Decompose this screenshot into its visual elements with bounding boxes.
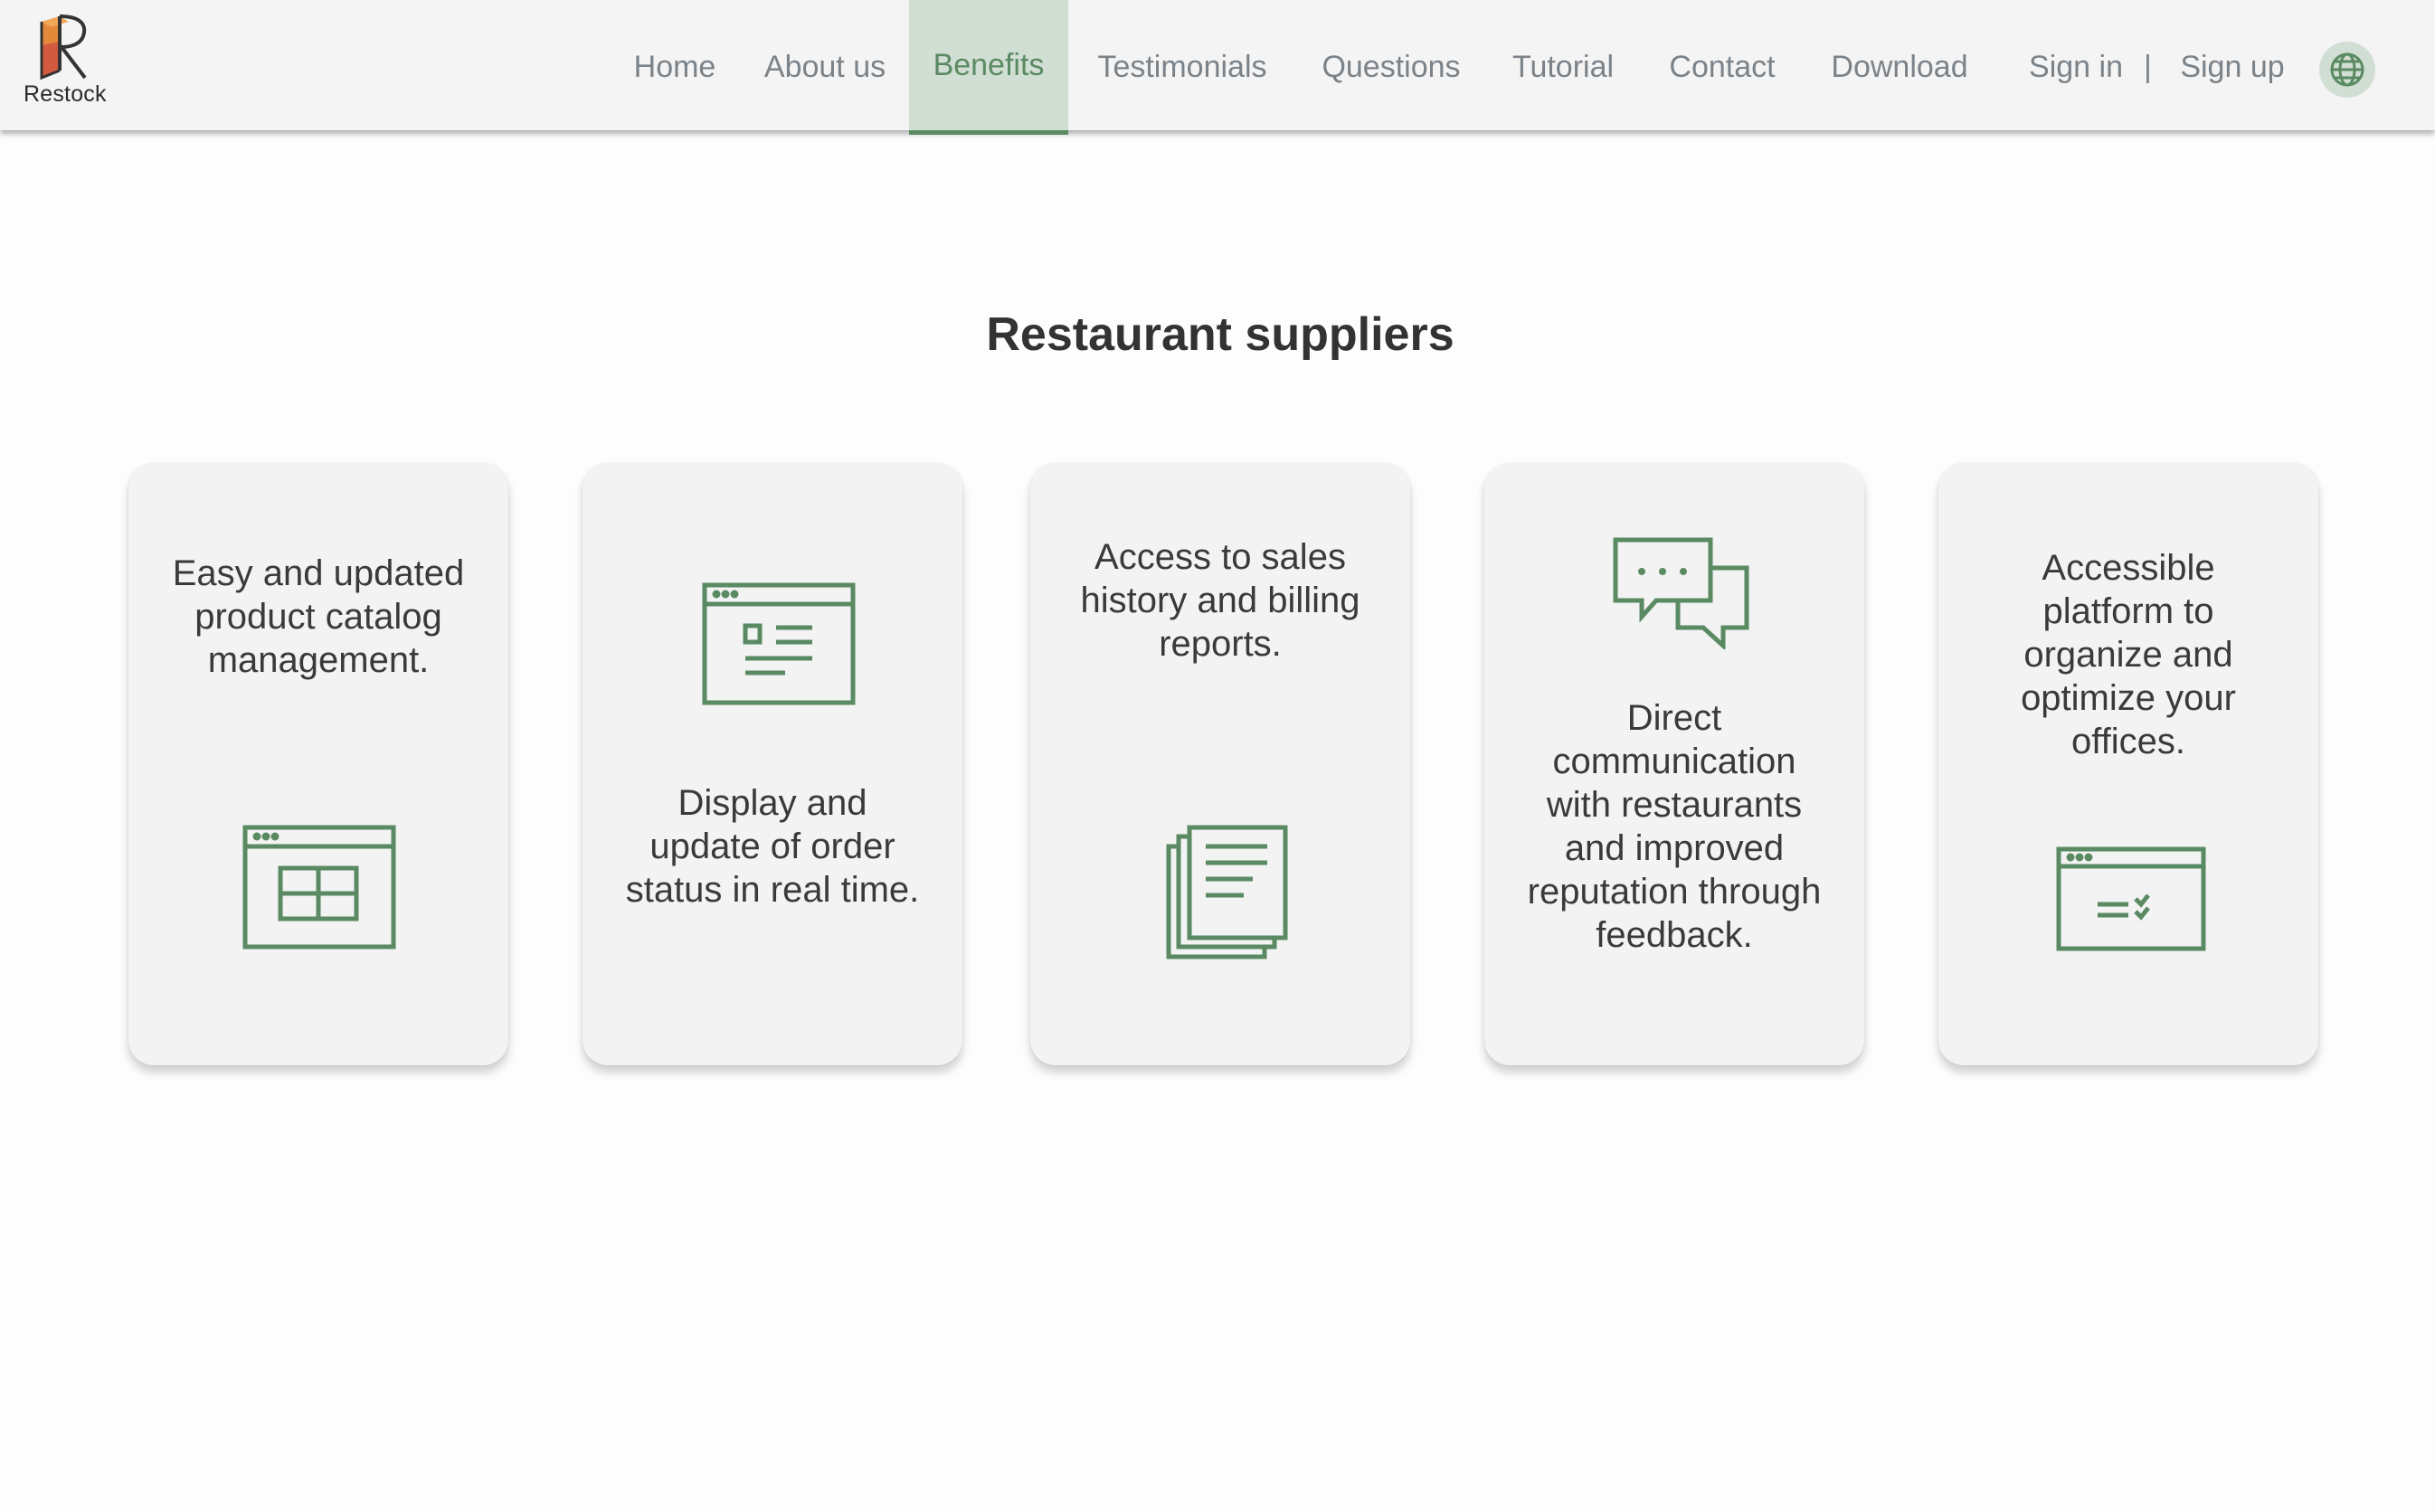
section-title: Restaurant suppliers [986, 308, 1454, 361]
globe-icon [2330, 52, 2364, 87]
nav-home[interactable]: Home [621, 0, 729, 134]
order-status-window-icon [702, 582, 856, 705]
top-navbar: Restock Home About us Benefits Testimoni… [0, 0, 2435, 135]
sign-in-link[interactable]: Sign in [2019, 0, 2133, 134]
nav-tutorial[interactable]: Tutorial [1502, 0, 1625, 134]
benefit-card-order-status: Display and update of order status in re… [583, 463, 962, 1065]
benefit-card-catalog: Easy and updated product catalog managem… [128, 463, 508, 1065]
language-button[interactable] [2319, 42, 2375, 98]
documents-stack-icon [1166, 825, 1288, 959]
page: Restock Home About us Benefits Testimoni… [0, 0, 2435, 1512]
catalog-table-icon [242, 825, 396, 950]
card-text: Accessible platform to organize and opti… [2021, 548, 2236, 761]
card-text: Access to sales history and billing repo… [1080, 537, 1360, 664]
checklist-window-icon [2056, 846, 2206, 951]
nav-questions[interactable]: Questions [1312, 0, 1471, 134]
brand-logo[interactable]: Restock [24, 14, 114, 114]
nav-testimonials[interactable]: Testimonials [1085, 0, 1279, 134]
nav-contact[interactable]: Contact [1657, 0, 1787, 134]
sign-up-link[interactable]: Sign up [2171, 0, 2294, 134]
nav-download[interactable]: Download [1822, 0, 1977, 134]
benefit-card-communication: Direct communication with restaurants an… [1484, 463, 1864, 1065]
card-text: Direct communication with restaurants an… [1527, 698, 1822, 955]
chat-bubbles-icon [1613, 537, 1749, 649]
auth-separator: | [2144, 49, 2152, 84]
benefit-card-sales-history: Access to sales history and billing repo… [1030, 463, 1410, 1065]
restock-logo-icon [40, 14, 87, 80]
brand-name: Restock [24, 81, 107, 107]
benefit-card-organize-offices: Accessible platform to organize and opti… [1938, 463, 2318, 1065]
nav-about-us[interactable]: About us [756, 0, 894, 134]
nav-benefits[interactable]: Benefits [909, 0, 1068, 135]
card-text: Easy and updated product catalog managem… [172, 553, 465, 680]
card-text: Display and update of order status in re… [625, 783, 920, 910]
